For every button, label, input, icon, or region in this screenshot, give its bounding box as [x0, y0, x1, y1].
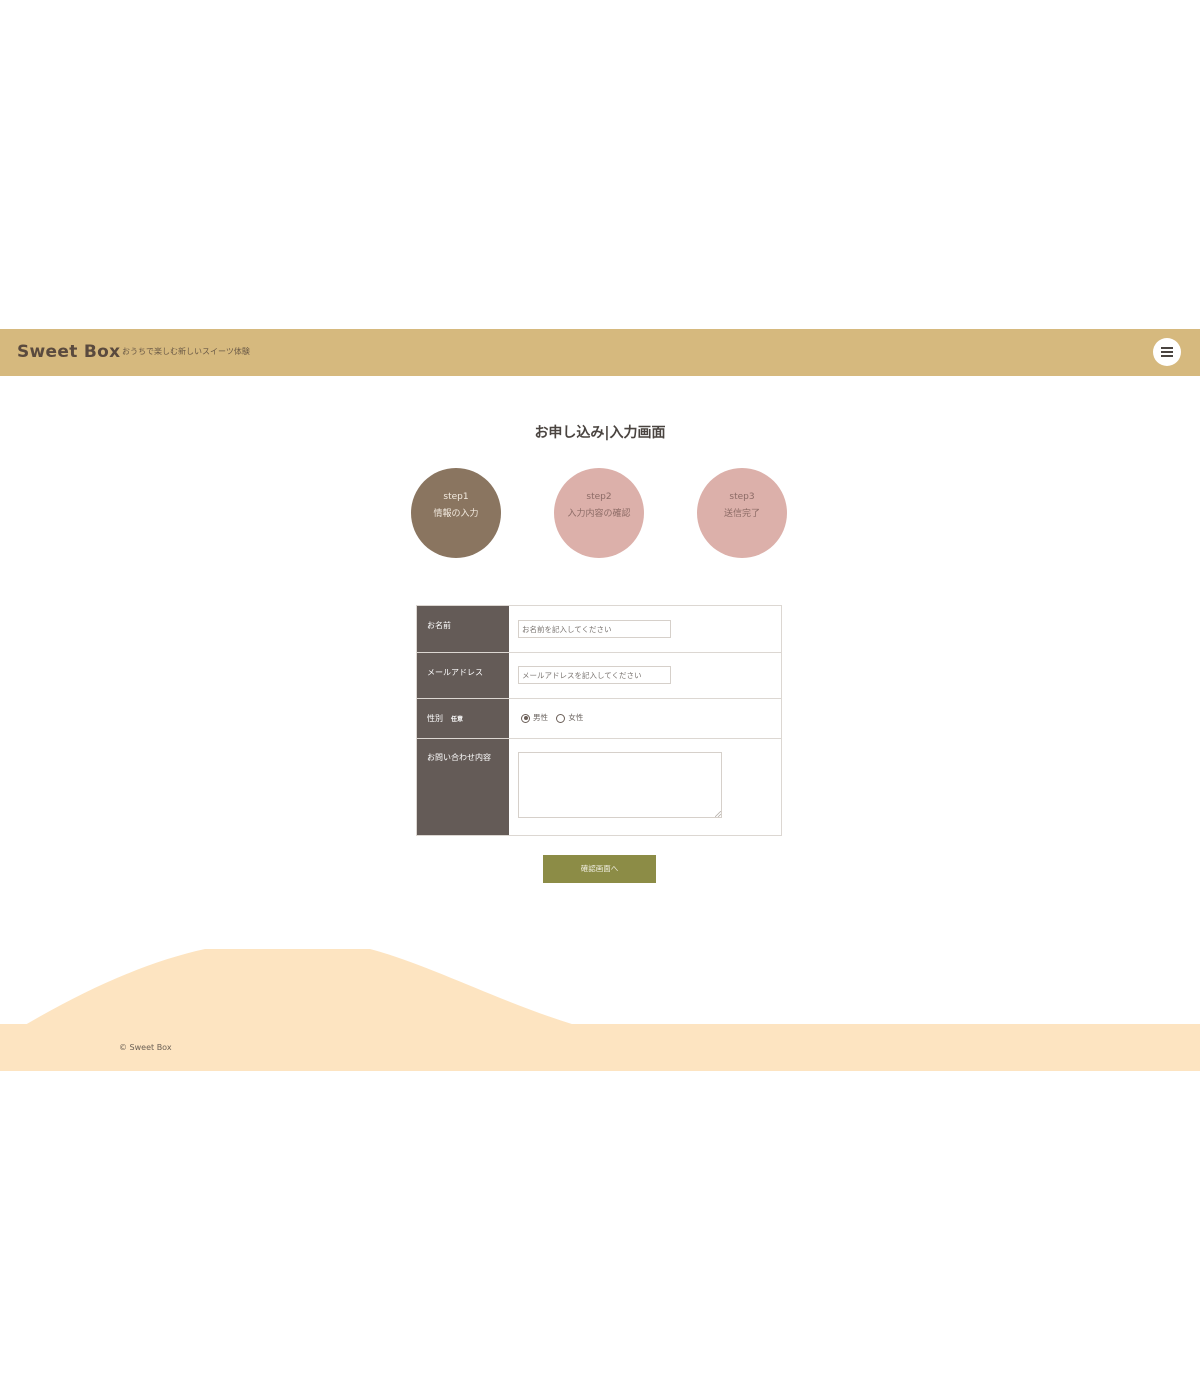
resize-handle-icon[interactable] — [715, 811, 721, 817]
step-number: step1 — [443, 492, 469, 502]
gender-label-wrap: 性別 任意 — [427, 713, 463, 726]
name-input[interactable] — [518, 620, 671, 638]
optional-badge: 任意 — [451, 716, 464, 723]
copyright-text: © Sweet Box — [119, 1043, 172, 1052]
site-logo[interactable]: Sweet Box — [17, 341, 120, 363]
step-2: step2 入力内容の確認 — [554, 468, 644, 558]
form-row-gender: 性別 任意 男性 女性 — [417, 699, 781, 739]
gender-option-male[interactable]: 男性 — [533, 713, 548, 722]
step-number: step2 — [586, 492, 612, 502]
gender-radio-male[interactable] — [521, 713, 530, 723]
form-row-email: メールアドレス — [417, 653, 781, 699]
step-number: step3 — [729, 492, 755, 502]
form-row-message: お問い合わせ内容 — [417, 739, 781, 835]
email-input[interactable] — [518, 666, 671, 684]
gender-radio-female[interactable] — [556, 713, 566, 723]
step-name: 情報の入力 — [433, 509, 479, 519]
form-row-name: お名前 — [417, 606, 781, 653]
email-label: メールアドレス — [427, 668, 483, 677]
application-form: お名前 メールアドレス 性別 任意 男性 女性 お問い合わせ内容 — [416, 605, 782, 836]
step-1: step1 情報の入力 — [411, 468, 501, 558]
message-label: お問い合わせ内容 — [427, 753, 491, 762]
name-label: お名前 — [427, 621, 451, 630]
menu-button[interactable] — [1153, 338, 1181, 366]
footer-wave-decoration — [25, 949, 575, 1025]
page-title: お申し込み|入力画面 — [534, 425, 666, 441]
gender-option-female[interactable]: 女性 — [568, 713, 583, 722]
message-textarea[interactable] — [518, 752, 722, 818]
step-name: 送信完了 — [723, 509, 760, 519]
step-name: 入力内容の確認 — [567, 509, 631, 519]
confirm-button[interactable]: 確認画面へ — [543, 855, 656, 883]
site-header: Sweet Box おうちで楽しむ新しいスイーツ体験 — [0, 329, 1200, 376]
gender-radio-group: 男性 女性 — [521, 712, 589, 724]
site-tagline: おうちで楽しむ新しいスイーツ体験 — [122, 347, 250, 356]
site-footer: © Sweet Box — [0, 1024, 1200, 1071]
gender-label: 性別 — [427, 714, 443, 723]
step-3: step3 送信完了 — [697, 468, 787, 558]
